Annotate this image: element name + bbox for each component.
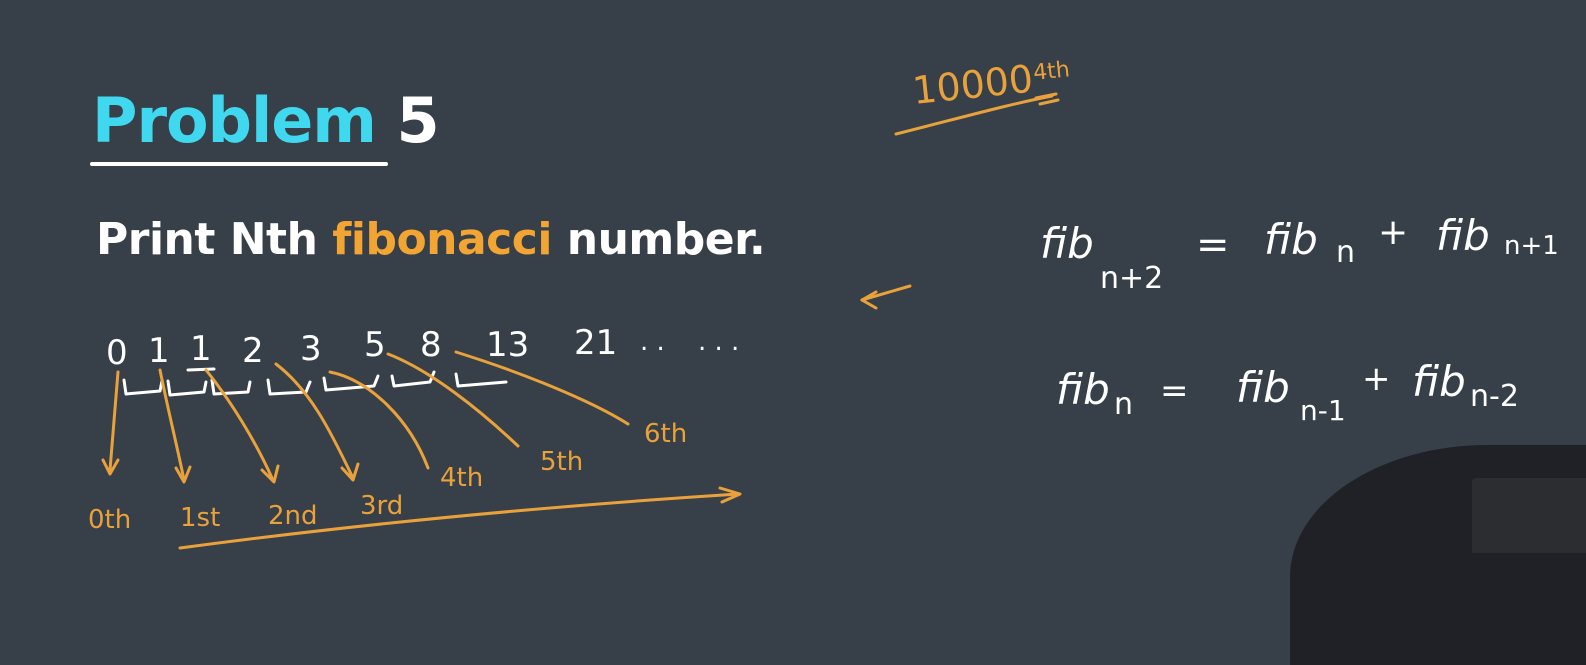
- recurrence-formula-2: fib n = fib n-1 + fib n-2: [1056, 357, 1519, 427]
- f1-lhs-sub: n+2: [1100, 261, 1163, 296]
- ordinal-1st: 1st: [180, 503, 220, 533]
- f1-t1-sub: n: [1336, 235, 1355, 270]
- f1-t1: fib: [1264, 215, 1318, 264]
- f2-t1-sub: n-1: [1300, 394, 1346, 427]
- f2-eq: =: [1160, 371, 1189, 411]
- ordinal-2nd: 2nd: [268, 501, 318, 531]
- presenter-webcam-detail: [1472, 478, 1586, 553]
- seq-0: 0: [106, 333, 128, 373]
- ordinal-4th: 4th: [440, 463, 483, 493]
- big-index-suffix: 4th: [1032, 57, 1071, 86]
- f2-lhs-sub: n: [1114, 387, 1133, 422]
- seq-3: 2: [242, 331, 264, 371]
- recurrence-formula-1: fib n+2 = fib n + fib n+1: [1040, 211, 1559, 296]
- ordinal-3rd: 3rd: [360, 491, 403, 521]
- f1-eq: =: [1196, 222, 1230, 268]
- seq-7: 13: [486, 325, 529, 365]
- f2-t2-sub: n-2: [1470, 379, 1519, 414]
- seq-dots-2: . . .: [698, 327, 739, 357]
- seq-underline: [186, 367, 216, 372]
- f1-op: +: [1378, 212, 1408, 253]
- f2-op: +: [1362, 359, 1391, 399]
- ordinal-0th: 0th: [88, 505, 131, 535]
- ordinal-labels: 0th 1st 2nd 3rd 4th 5th 6th: [88, 419, 687, 535]
- f2-t2: fib: [1412, 357, 1466, 406]
- seq-dots-1: . .: [640, 327, 665, 357]
- seq-5: 5: [364, 325, 386, 365]
- slide-canvas: Problem 5 Print Nth fibonacci number. 0 …: [0, 0, 1586, 665]
- seq-6: 8: [420, 325, 442, 365]
- ordinal-arrows: [101, 92, 1060, 550]
- ordinal-5th: 5th: [540, 447, 583, 477]
- f1-t2-sub: n+1: [1504, 231, 1559, 261]
- ordinal-6th: 6th: [644, 419, 687, 449]
- big-index-note: 10000 4th: [910, 57, 1071, 113]
- f1-t2: fib: [1436, 211, 1490, 260]
- handwritten-annotations: 0 1 1 2 3 5 8 13 21 . . . . . 0th 1st 2n…: [88, 57, 1559, 550]
- fibonacci-sequence: 0 1 1 2 3 5 8 13 21 . . . . .: [106, 323, 739, 373]
- seq-2: 1: [190, 329, 212, 369]
- pair-brackets: [122, 370, 508, 397]
- f2-lhs: fib: [1056, 365, 1110, 414]
- f1-lhs: fib: [1040, 219, 1094, 268]
- seq-4: 3: [300, 329, 322, 369]
- seq-1: 1: [148, 331, 170, 371]
- seq-8: 21: [574, 323, 617, 363]
- f2-t1: fib: [1236, 363, 1290, 412]
